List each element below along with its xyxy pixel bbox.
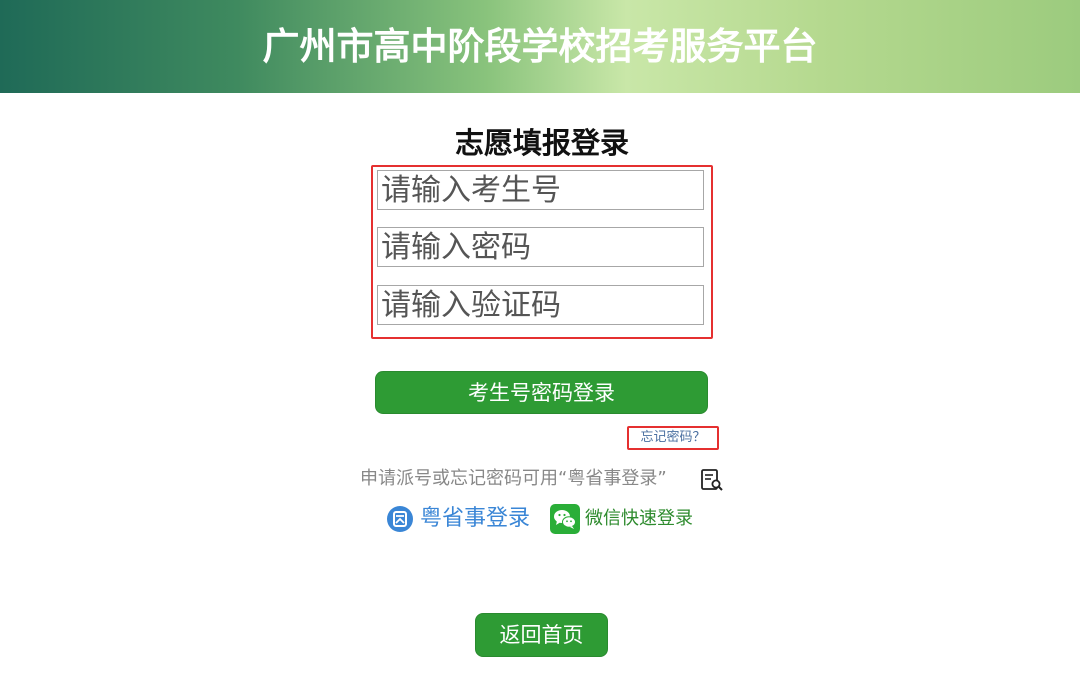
captcha-input[interactable] — [377, 285, 704, 325]
exam-id-input[interactable] — [377, 170, 704, 210]
forgot-password-link[interactable]: 忘记密码？ — [627, 426, 719, 450]
wechat-login-link[interactable]: 微信快速登录 — [585, 504, 693, 534]
yueshengshi-login-link[interactable]: 粤省事登录 — [420, 504, 530, 534]
login-title: 志愿填报登录 — [454, 126, 629, 160]
site-title: 广州市高中阶段学校招考服务平台 — [262, 25, 818, 68]
password-input[interactable] — [377, 227, 704, 267]
back-home-button[interactable]: 返回首页 — [475, 613, 608, 657]
login-button[interactable]: 考生号密码登录 — [375, 371, 708, 414]
document-search-icon[interactable] — [700, 468, 724, 492]
login-page: 广州市高中阶段学校招考服务平台 志愿填报登录 考生号密码登录 忘记密码？ 申请派… — [0, 0, 1080, 681]
wechat-icon[interactable] — [550, 504, 580, 534]
header-banner: 广州市高中阶段学校招考服务平台 — [0, 0, 1080, 93]
hint-text: 申请派号或忘记密码可用“粤省事登录” — [360, 468, 667, 489]
yueshengshi-icon[interactable] — [386, 505, 414, 533]
